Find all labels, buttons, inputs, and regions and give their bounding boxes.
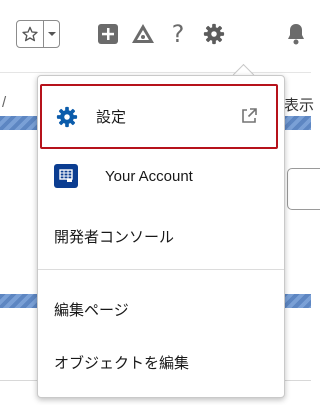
menu-item-edit-page-label: 編集ページ	[54, 301, 129, 319]
favorites-button[interactable]	[17, 21, 44, 47]
open-in-new-window-icon	[242, 108, 257, 123]
global-actions-button[interactable]	[96, 22, 120, 46]
menu-item-edit-object[interactable]: オブジェクトを編集	[38, 348, 284, 376]
caret-down-icon	[47, 32, 56, 36]
menu-item-developer-console-label: 開発者コンソール	[54, 228, 175, 246]
setup-menu: 設定 Your Account 開発者コンソール 編集ページ オブジェクトを編集	[37, 75, 285, 398]
menu-item-developer-console[interactable]: 開発者コンソール	[38, 222, 284, 250]
setup-button[interactable]	[202, 22, 226, 46]
notifications-button[interactable]	[284, 22, 308, 46]
add-icon	[98, 24, 118, 44]
favorites-button-group	[16, 20, 60, 48]
global-header: ?	[0, 0, 311, 73]
trailhead-button[interactable]	[131, 22, 155, 46]
trailhead-icon	[132, 24, 154, 43]
background-control	[287, 168, 320, 210]
help-icon: ?	[171, 20, 185, 48]
setup-gear-icon	[203, 23, 225, 45]
setup-gear-icon	[56, 106, 78, 127]
favorites-menu-button[interactable]	[44, 21, 59, 47]
menu-item-your-account-label: Your Account	[105, 167, 193, 185]
menu-divider	[38, 269, 284, 270]
your-account-icon	[54, 164, 78, 188]
menu-item-setup-label: 設定	[96, 109, 127, 126]
menu-item-setup[interactable]: 設定	[40, 84, 278, 149]
menu-item-edit-page[interactable]: 編集ページ	[38, 295, 284, 323]
help-button[interactable]: ?	[166, 22, 190, 46]
background-view-label: 表示	[284, 97, 315, 114]
star-icon	[22, 26, 38, 42]
notifications-bell-icon	[288, 24, 304, 45]
menu-item-edit-object-label: オブジェクトを編集	[54, 354, 190, 372]
menu-item-your-account[interactable]: Your Account	[38, 162, 284, 190]
breadcrumb-separator: /	[2, 94, 7, 111]
